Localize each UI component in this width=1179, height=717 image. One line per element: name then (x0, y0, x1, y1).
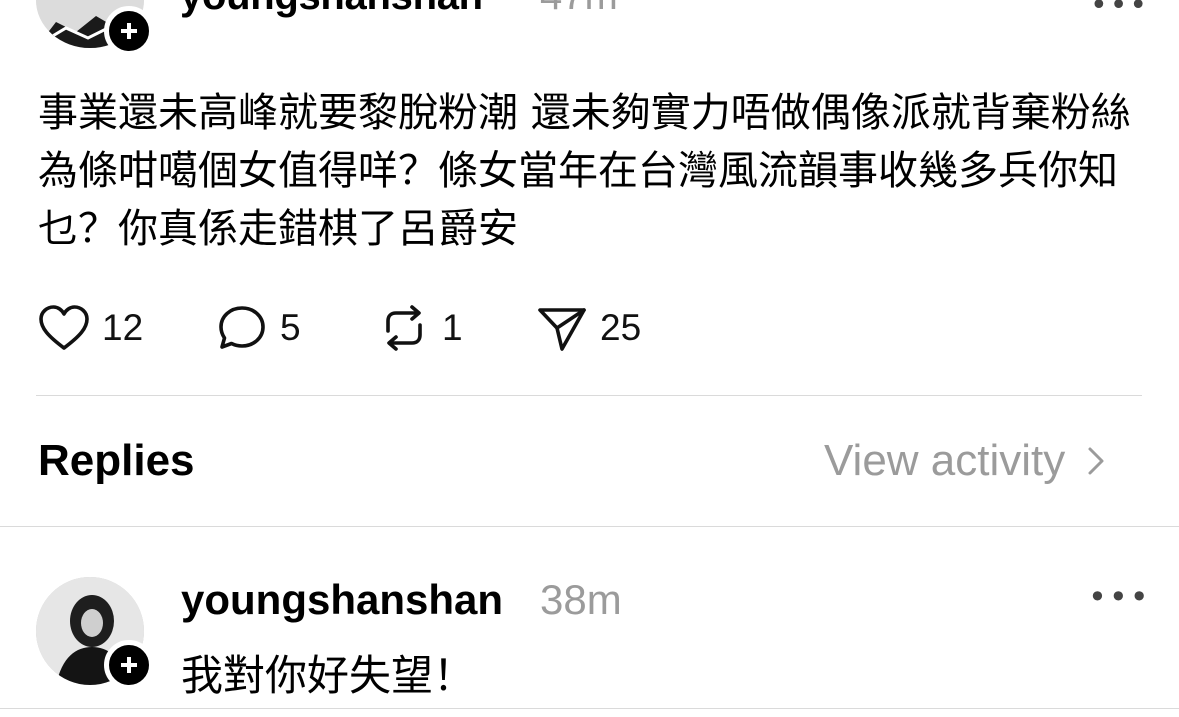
divider (0, 526, 1179, 527)
divider (36, 395, 1142, 396)
view-activity-link[interactable]: View activity (824, 436, 1105, 486)
divider (0, 708, 1179, 709)
share-button[interactable]: 25 (536, 304, 641, 352)
repost-count: 1 (442, 307, 463, 348)
like-count: 12 (102, 307, 144, 348)
more-options-icon[interactable]: ••• (1090, 0, 1149, 23)
more-options-icon[interactable]: ••• (1088, 578, 1151, 616)
reply-username[interactable]: youngshanshan (181, 576, 503, 624)
share-count: 25 (600, 307, 642, 348)
comment-bubble-icon (219, 306, 265, 349)
reply-text: 我對你好失望！ (181, 651, 476, 700)
send-icon (538, 308, 586, 351)
post-text: 事業還未高峰就要黎脫粉潮 還未夠實力唔做偶像派就背棄粉絲 為條咁噶個女值得咩？條… (38, 90, 1144, 252)
follow-plus-icon[interactable] (104, 640, 154, 690)
follow-plus-icon[interactable] (104, 6, 154, 56)
reply-count: 5 (280, 307, 301, 348)
post-timestamp: 47m (540, 0, 618, 19)
repost-icon (386, 305, 422, 351)
chevron-right-icon (1088, 447, 1104, 475)
reply-timestamp: 38m (540, 576, 622, 623)
like-button[interactable]: 12 (38, 304, 143, 352)
repost-button[interactable]: 1 (378, 304, 463, 352)
heart-icon (39, 305, 89, 350)
view-activity-label: View activity (824, 436, 1066, 485)
reply-button[interactable]: 5 (216, 304, 301, 352)
post-username[interactable]: youngshanshan (180, 0, 483, 19)
replies-heading: Replies (38, 436, 195, 485)
